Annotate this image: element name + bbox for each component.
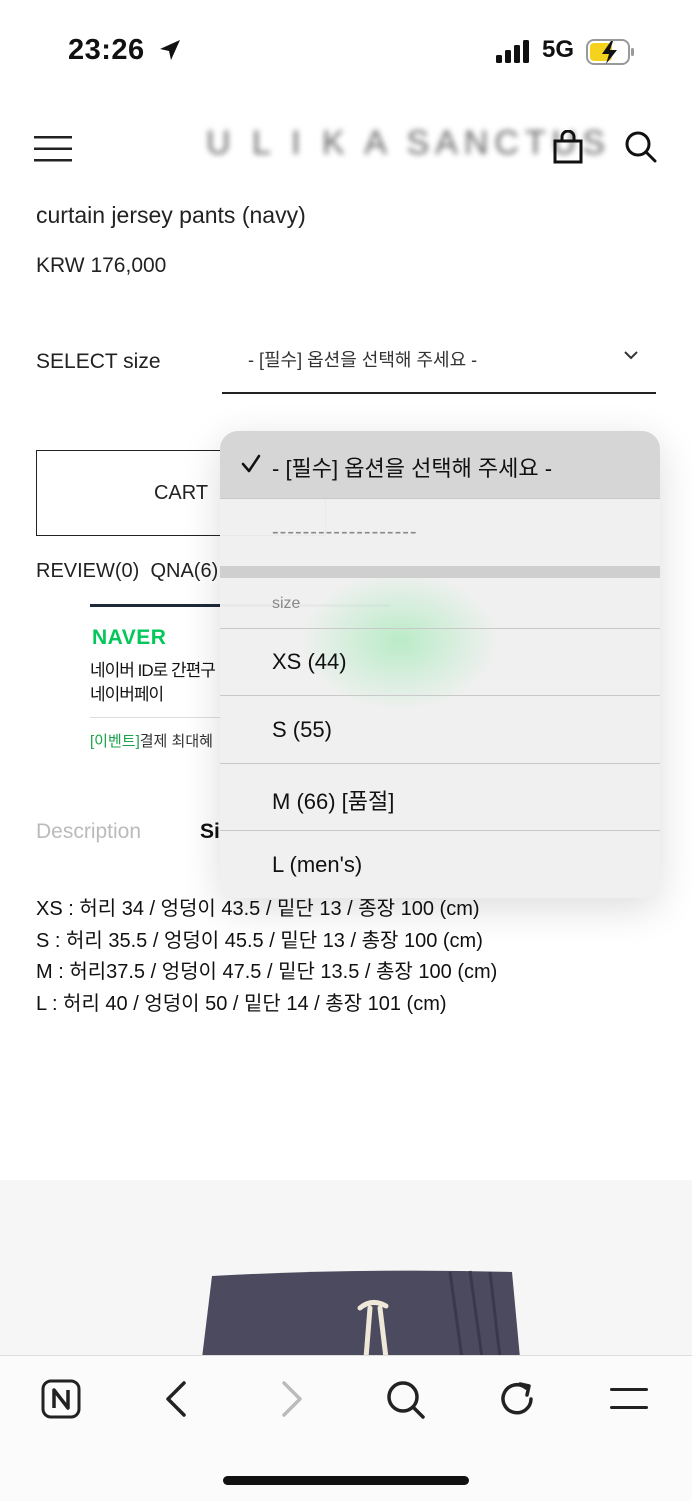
shopping-bag-icon[interactable]: [552, 130, 584, 164]
product-title: curtain jersey pants (navy): [36, 202, 306, 228]
size-table: XS : 허리 34 / 엉덩이 43.5 / 밑단 13 / 종장 100 (…: [36, 894, 497, 1020]
search-icon[interactable]: [384, 1378, 426, 1420]
naver-pay-text[interactable]: 네이버 ID로 간편구: [90, 656, 216, 681]
back-arrow-icon[interactable]: [156, 1378, 198, 1420]
tab-description[interactable]: Description: [36, 820, 141, 844]
size-select[interactable]: - [필수] 옵션을 선택해 주세요 -: [222, 336, 656, 394]
dropdown-option-divider[interactable]: -------------------: [272, 521, 418, 544]
naver-event[interactable]: [이벤트]결제 최대혜: [90, 730, 213, 751]
chevron-down-icon: [624, 351, 638, 360]
product-image: [202, 1270, 520, 1358]
brand-logo[interactable]: U L I K A SANCTUS: [206, 124, 605, 163]
checkmark-icon: [241, 454, 261, 473]
location-arrow-icon: [160, 40, 180, 60]
search-icon[interactable]: [624, 130, 658, 164]
signal-icon: [496, 40, 529, 63]
size-row: XS : 허리 34 / 엉덩이 43.5 / 밑단 13 / 종장 100 (…: [36, 898, 480, 920]
hamburger-menu-icon[interactable]: [34, 136, 72, 162]
dropdown-separator: [220, 830, 660, 831]
status-time: 23:26: [68, 34, 145, 66]
size-select-value: - [필수] 옵션을 선택해 주세요 -: [248, 350, 478, 370]
dropdown-option-l[interactable]: L (men's): [272, 852, 362, 878]
menu-icon[interactable]: [608, 1378, 650, 1420]
naver-event-tag: [이벤트]: [90, 733, 140, 750]
product-price: KRW 176,000: [36, 254, 167, 277]
naver-pay-name[interactable]: 네이버페이: [90, 680, 164, 705]
tab-qna[interactable]: QNA(6): [150, 560, 218, 582]
naver-home-icon[interactable]: [40, 1378, 82, 1420]
dropdown-selected-label: - [필수] 옵션을 선택해 주세요 -: [272, 456, 553, 481]
dropdown-separator: [220, 763, 660, 764]
dropdown-separator: [220, 695, 660, 696]
size-row: L : 허리 40 / 엉덩이 50 / 밑단 14 / 총장 101 (cm): [36, 992, 447, 1015]
dropdown-separator: [220, 628, 660, 629]
home-indicator: [223, 1476, 469, 1485]
tab-review[interactable]: REVIEW(0): [36, 560, 139, 582]
dropdown-separator: [220, 498, 660, 499]
naver-logo[interactable]: NAVER: [92, 626, 166, 650]
naver-event-text: 결제 최대혜: [139, 733, 213, 750]
reload-icon[interactable]: [496, 1378, 538, 1420]
forward-arrow-icon[interactable]: [270, 1378, 312, 1420]
review-qna-tabs: REVIEW(0) QNA(6): [36, 560, 218, 583]
size-row: M : 허리37.5 / 엉덩이 47.5 / 밑단 13.5 / 총장 100…: [36, 961, 498, 983]
option-label: SELECT size: [36, 350, 161, 373]
network-type: 5G: [542, 36, 575, 63]
dropdown-option-m[interactable]: M (66) [품절]: [272, 784, 394, 816]
size-row: S : 허리 35.5 / 엉덩이 45.5 / 밑단 13 / 총장 100 …: [36, 929, 483, 952]
size-dropdown-menu[interactable]: - [필수] 옵션을 선택해 주세요 - -------------------…: [220, 431, 660, 898]
dropdown-group-label: size: [272, 595, 301, 612]
touch-glow: [300, 571, 500, 711]
dropdown-option-s[interactable]: S (55): [272, 717, 332, 743]
dropdown-option-xs[interactable]: XS (44): [272, 649, 347, 675]
battery-charging-icon: [586, 39, 634, 65]
dropdown-option-selected[interactable]: - [필수] 옵션을 선택해 주세요 -: [220, 431, 660, 498]
tab-size[interactable]: Si: [200, 820, 220, 844]
